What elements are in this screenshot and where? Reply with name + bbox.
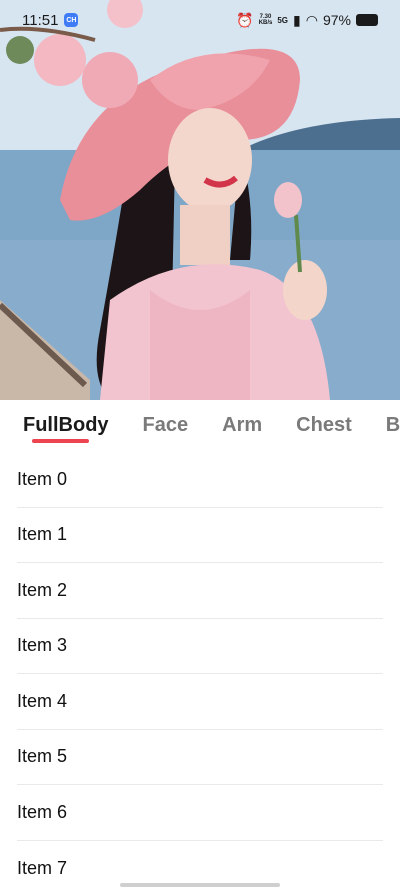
battery-percent: 97% xyxy=(323,12,351,28)
hero-illustration xyxy=(0,0,400,400)
list-item[interactable]: Item 1 xyxy=(17,508,383,564)
tab-label: Face xyxy=(143,414,189,436)
status-left: 11:51 CH xyxy=(22,12,78,29)
tab-label: B xyxy=(386,414,400,436)
wifi-icon: ◠ xyxy=(306,12,318,29)
tab-selected-indicator xyxy=(32,439,89,443)
list-item[interactable]: Item 5 xyxy=(17,730,383,786)
network-type: 5G xyxy=(277,16,288,25)
signal-icon: ▮ xyxy=(293,12,301,29)
tab-label: Chest xyxy=(296,414,352,436)
app-notification-icon: CH xyxy=(64,13,78,27)
alarm-icon: ⏰ xyxy=(236,12,253,29)
network-speed-unit: KB/s xyxy=(259,20,273,26)
list-item[interactable]: Item 0 xyxy=(17,452,383,508)
status-right: ⏰ 7.30 KB/s 5G ▮ ◠ 97% xyxy=(236,12,378,29)
network-speed: 7.30 KB/s xyxy=(259,14,273,26)
tab-fullbody[interactable]: FullBody xyxy=(23,406,109,445)
status-bar: 11:51 CH ⏰ 7.30 KB/s 5G ▮ ◠ 97% xyxy=(0,0,400,40)
category-tabs: FullBody Face Arm Chest B xyxy=(0,400,400,450)
battery-icon xyxy=(356,14,378,26)
item-list: Item 0 Item 1 Item 2 Item 3 Item 4 Item … xyxy=(0,452,400,896)
tab-arm[interactable]: Arm xyxy=(222,406,262,445)
list-item[interactable]: Item 6 xyxy=(17,785,383,841)
tab-face[interactable]: Face xyxy=(143,406,189,445)
list-item[interactable]: Item 4 xyxy=(17,674,383,730)
list-item[interactable]: Item 3 xyxy=(17,619,383,675)
tab-chest[interactable]: Chest xyxy=(296,406,352,445)
list-item[interactable]: Item 7 xyxy=(17,841,383,896)
gesture-nav-handle[interactable] xyxy=(120,883,280,887)
tab-b[interactable]: B xyxy=(386,406,400,445)
hero-photo: 11:51 CH ⏰ 7.30 KB/s 5G ▮ ◠ 97% xyxy=(0,0,400,400)
tab-label: Arm xyxy=(222,414,262,436)
list-item[interactable]: Item 2 xyxy=(17,563,383,619)
tab-label: FullBody xyxy=(23,414,109,436)
status-time: 11:51 xyxy=(22,12,58,29)
